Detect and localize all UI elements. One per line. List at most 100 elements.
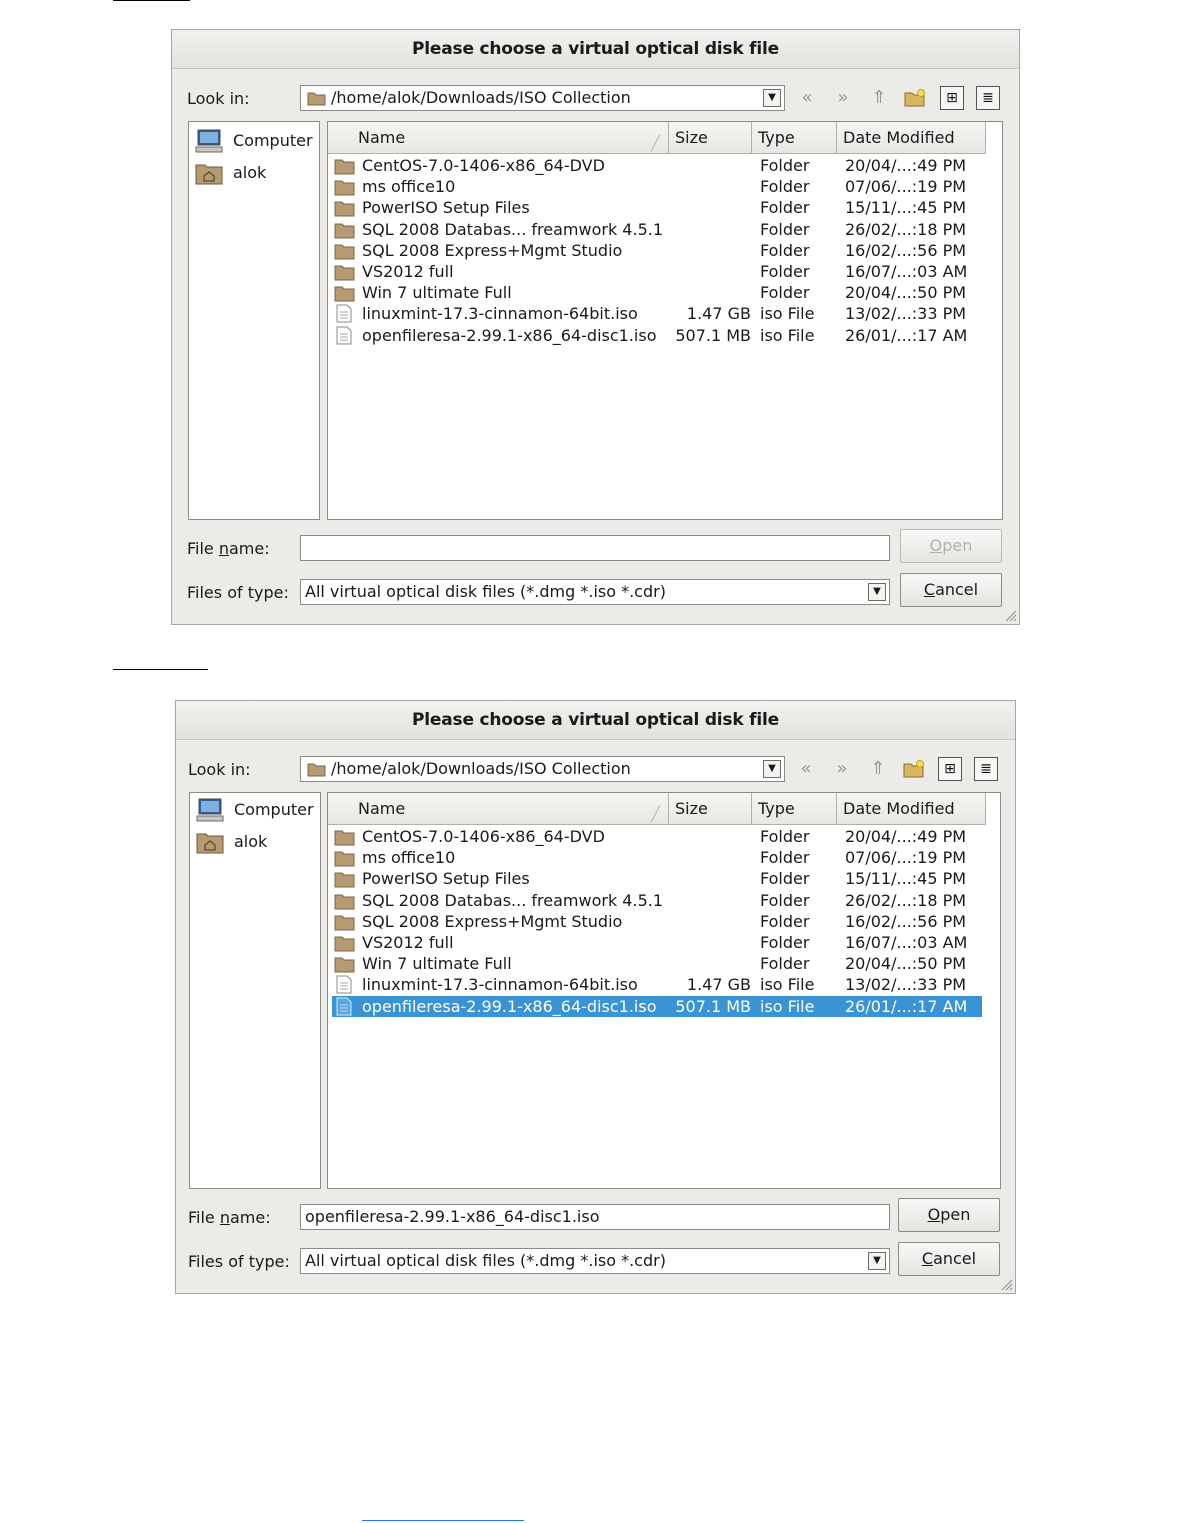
chevron-down-icon[interactable]: ▼ <box>868 583 886 601</box>
look-in-label: Look in: <box>188 760 251 779</box>
file-name-cell: ms office10 <box>362 177 456 197</box>
file-row[interactable]: openfileresa-2.99.1-x86_64-disc1.iso 507.… <box>332 325 982 346</box>
file-name-cell: Win 7 ultimate Full <box>362 283 512 303</box>
parent-folder-icon[interactable]: ⇑ <box>866 85 892 111</box>
detail-view-icon[interactable]: ≣ <box>974 757 998 781</box>
files-of-type-value: All virtual optical disk files (*.dmg *.… <box>305 582 666 601</box>
look-in-combo[interactable]: /home/alok/Downloads/ISO Collection ▼ <box>300 756 785 782</box>
look-in-path: /home/alok/Downloads/ISO Collection <box>331 759 631 778</box>
file-type-cell: iso File <box>760 304 815 324</box>
cancel-button[interactable]: Cancel <box>900 573 1002 607</box>
file-row[interactable]: openfileresa-2.99.1-x86_64-disc1.iso 507.… <box>332 995 982 1017</box>
file-type-cell: iso File <box>760 325 815 345</box>
back-icon[interactable]: « <box>793 756 819 782</box>
file-name-field[interactable]: openfileresa-2.99.1-x86_64-disc1.iso <box>300 1204 890 1230</box>
cancel-button[interactable]: Cancel <box>898 1242 1000 1276</box>
open-button[interactable]: Open <box>900 529 1002 563</box>
place-alok-label: alok <box>233 163 267 182</box>
files-of-type-combo[interactable]: All virtual optical disk files (*.dmg *.… <box>300 579 890 605</box>
file-row[interactable]: PowerISO Setup Files Folder 15/11/...:45 P… <box>332 197 982 218</box>
column-header-type[interactable]: Type <box>752 122 837 154</box>
column-name-label: Name <box>358 128 406 147</box>
file-size-cell: 507.1 MB <box>675 996 751 1016</box>
folder-icon <box>334 957 355 973</box>
folder-icon <box>334 265 355 281</box>
page-rule-middle <box>113 669 208 670</box>
file-date-cell: 16/02/...:56 PM <box>845 911 967 931</box>
file-name-cell: openfileresa-2.99.1-x86_64-disc1.iso <box>362 996 657 1016</box>
file-row[interactable]: Win 7 ultimate Full Folder 20/04/...:50 PM <box>332 282 982 303</box>
file-row[interactable]: SQL 2008 Databas... freamwork 4.5.1 Folde… <box>332 219 982 240</box>
folder-icon <box>334 244 355 260</box>
dialog-title: Please choose a virtual optical disk fil… <box>172 30 1019 69</box>
file-name-cell: Win 7 ultimate Full <box>362 954 512 974</box>
list-view-icon[interactable]: ⊞ <box>938 757 962 781</box>
file-type-cell: Folder <box>760 283 810 303</box>
file-row[interactable]: VS2012 full Folder 16/07/...:03 AM <box>332 932 982 953</box>
file-row[interactable]: linuxmint-17.3-cinnamon-64bit.iso 1.47 GB… <box>332 974 982 995</box>
folder-icon <box>334 201 355 217</box>
file-type-cell: iso File <box>760 996 815 1016</box>
new-folder-icon[interactable] <box>904 89 926 107</box>
files-of-type-combo[interactable]: All virtual optical disk files (*.dmg *.… <box>300 1248 890 1274</box>
resize-grip-icon[interactable] <box>1001 1279 1013 1291</box>
home-folder-icon <box>196 833 224 854</box>
file-row[interactable]: PowerISO Setup Files Folder 15/11/...:45 P… <box>332 868 982 889</box>
file-date-cell: 20/04/...:50 PM <box>845 283 967 303</box>
place-alok-label: alok <box>234 832 268 851</box>
detail-view-icon[interactable]: ≣ <box>976 86 1000 110</box>
file-icon <box>336 326 352 345</box>
file-row[interactable]: SQL 2008 Databas... freamwork 4.5.1 Folde… <box>332 890 982 911</box>
place-computer-label: Computer <box>234 800 314 819</box>
file-name-cell: SQL 2008 Express+Mgmt Studio <box>362 911 623 931</box>
file-row[interactable]: ms office10 Folder 07/06/...:19 PM <box>332 847 982 868</box>
file-type-cell: Folder <box>760 933 810 952</box>
forward-icon[interactable]: » <box>829 756 855 782</box>
file-icon <box>336 997 352 1016</box>
chevron-down-icon[interactable]: ▼ <box>763 89 781 107</box>
open-button[interactable]: Open <box>898 1198 1000 1232</box>
file-row[interactable]: SQL 2008 Express+Mgmt Studio Folder 16/02/… <box>332 240 982 261</box>
file-date-cell: 26/01/...:17 AM <box>845 325 968 345</box>
file-icon <box>336 975 352 994</box>
file-row[interactable]: SQL 2008 Express+Mgmt Studio Folder 16/02/… <box>332 911 982 932</box>
files-of-type-value: All virtual optical disk files (*.dmg *.… <box>305 1251 666 1270</box>
file-type-cell: Folder <box>760 156 810 175</box>
column-header-size[interactable]: Size <box>669 122 752 154</box>
column-header-type[interactable]: Type <box>752 793 837 825</box>
files-of-type-label: Files of type: <box>188 1252 290 1271</box>
file-row[interactable]: Win 7 ultimate Full Folder 20/04/...:50 PM <box>332 953 982 974</box>
column-header-date[interactable]: Date Modified <box>837 793 986 825</box>
file-row[interactable]: VS2012 full Folder 16/07/...:03 AM <box>332 261 982 282</box>
folder-icon <box>307 92 326 106</box>
column-header-name[interactable]: Name ╱ <box>328 122 669 154</box>
back-icon[interactable]: « <box>794 85 820 111</box>
file-name-cell: CentOS-7.0-1406-x86_64-DVD <box>362 827 605 846</box>
file-name-cell: SQL 2008 Databas... freamwork 4.5.1 <box>362 890 664 910</box>
new-folder-icon[interactable] <box>903 760 925 778</box>
file-icon <box>336 304 352 323</box>
file-row[interactable]: CentOS-7.0-1406-x86_64-DVD Folder 20/04/..… <box>332 826 982 847</box>
file-row[interactable]: ms office10 Folder 07/06/...:19 PM <box>332 176 982 197</box>
file-date-cell: 13/02/...:33 PM <box>845 304 967 324</box>
folder-icon <box>334 286 355 302</box>
file-date-cell: 20/04/...:50 PM <box>845 954 967 974</box>
folder-icon <box>334 180 355 196</box>
chevron-down-icon[interactable]: ▼ <box>868 1252 886 1270</box>
list-view-icon[interactable]: ⊞ <box>940 86 964 110</box>
resize-grip-icon[interactable] <box>1005 610 1017 622</box>
file-dialog-1: Please choose a virtual optical disk fil… <box>171 29 1020 625</box>
folder-icon <box>334 894 355 910</box>
file-name-cell: PowerISO Setup Files <box>362 869 530 889</box>
parent-folder-icon[interactable]: ⇑ <box>865 756 891 782</box>
forward-icon[interactable]: » <box>830 85 856 111</box>
chevron-down-icon[interactable]: ▼ <box>763 760 781 778</box>
file-date-cell: 16/07/...:03 AM <box>845 933 968 952</box>
column-header-name[interactable]: Name ╱ <box>328 793 669 825</box>
file-row[interactable]: CentOS-7.0-1406-x86_64-DVD Folder 20/04/..… <box>332 155 982 176</box>
file-name-field[interactable] <box>300 535 890 561</box>
look-in-combo[interactable]: /home/alok/Downloads/ISO Collection ▼ <box>300 85 785 111</box>
file-row[interactable]: linuxmint-17.3-cinnamon-64bit.iso 1.47 GB… <box>332 303 982 324</box>
column-header-date[interactable]: Date Modified <box>837 122 986 154</box>
column-header-size[interactable]: Size <box>669 793 752 825</box>
